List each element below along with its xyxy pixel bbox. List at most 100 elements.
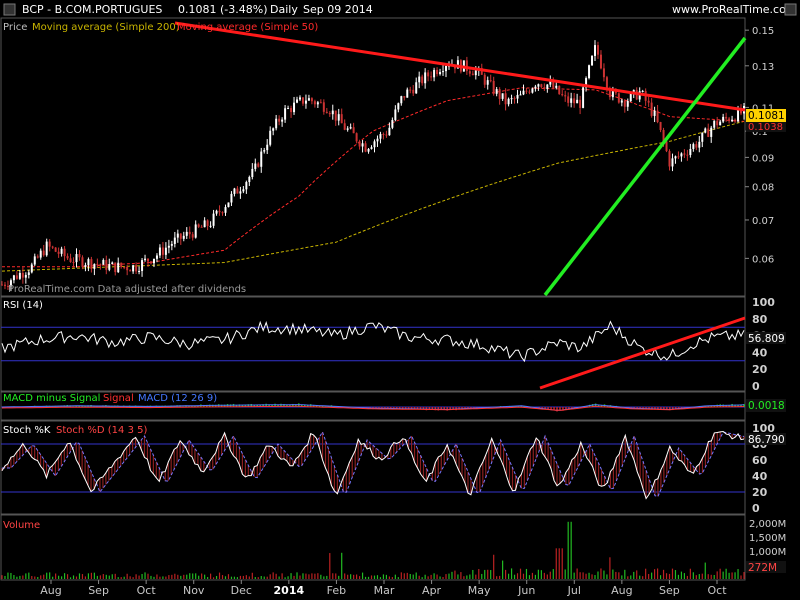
candle-body — [78, 254, 81, 258]
candle-body — [200, 226, 203, 228]
candle-body — [734, 119, 737, 122]
candle-body — [528, 91, 531, 93]
macd-main-label: MACD (12 26 9) — [138, 393, 217, 404]
candle-body — [394, 109, 397, 121]
candle-body — [349, 127, 352, 129]
candle-body — [701, 132, 704, 142]
candle-body — [307, 98, 310, 101]
volume-title: Volume — [3, 520, 40, 531]
period-text: Daily — [270, 3, 298, 16]
candle-body — [203, 220, 206, 228]
candle-body — [641, 90, 644, 92]
candle-body — [519, 94, 522, 96]
date-text: Sep 09 2014 — [303, 3, 373, 16]
candle-body — [69, 258, 72, 262]
candle-body — [707, 128, 710, 137]
candle-body — [197, 224, 200, 227]
time-tick-label: May — [468, 584, 491, 597]
candle-body — [430, 76, 433, 78]
candle-body — [623, 100, 626, 107]
candle-body — [218, 210, 221, 213]
candle-body — [75, 254, 78, 263]
candle-body — [209, 225, 212, 227]
volume-tick-label: 1,000M — [749, 547, 786, 558]
candle-body — [331, 110, 334, 115]
candle-body — [555, 85, 558, 88]
price-watermark: ProRealTime.com Data adjusted after divi… — [8, 284, 246, 295]
candle-body — [87, 259, 90, 266]
candle-body — [221, 212, 224, 214]
candle-body — [424, 72, 427, 84]
candle-body — [24, 274, 27, 278]
stock-chart[interactable]: BCP - B.COM.PORTUGUES 0.1081 (-3.48%) Da… — [0, 0, 800, 600]
candle-body — [400, 96, 403, 104]
candle-body — [656, 110, 659, 123]
candle-body — [728, 118, 731, 122]
legend-ma50: Moving average (Simple 50) — [177, 22, 318, 33]
candle-body — [343, 123, 346, 130]
candle-body — [230, 193, 233, 203]
price-legend: Price Moving average (Simple 200) Moving… — [3, 22, 318, 33]
candle-body — [138, 270, 141, 272]
last-price-label: 0.1081 — [748, 110, 785, 122]
candle-body — [227, 202, 230, 208]
candle-body — [370, 147, 373, 149]
candle-body — [680, 153, 683, 157]
time-tick-label: Jun — [517, 584, 535, 597]
candle-body — [105, 260, 108, 270]
candle-body — [248, 176, 251, 183]
candle-body — [412, 89, 415, 94]
ma-value-label: 0.1038 — [748, 122, 783, 133]
candle-body — [90, 259, 93, 269]
candle-body — [194, 224, 197, 238]
time-tick-label: Dec — [231, 584, 252, 597]
candle-body — [325, 111, 328, 113]
candle-body — [182, 235, 185, 239]
candle-body — [504, 93, 507, 105]
candle-body — [665, 141, 668, 152]
candle-body — [340, 114, 343, 124]
candle-body — [659, 122, 662, 130]
candle-body — [653, 110, 656, 116]
time-tick-label: Sep — [88, 584, 109, 597]
candle-body — [129, 270, 132, 272]
time-tick-label: 2014 — [274, 584, 305, 597]
candle-body — [605, 77, 608, 89]
candle-body — [355, 133, 358, 142]
candle-body — [260, 151, 263, 167]
candle-body — [54, 247, 57, 252]
candle-body — [427, 72, 430, 77]
candle-body — [415, 82, 418, 94]
macd-last-label: 0.0018 — [748, 400, 785, 412]
candle-body — [141, 260, 144, 271]
candle-body — [510, 98, 513, 100]
candle-body — [602, 68, 605, 78]
maximize-icon[interactable] — [784, 3, 797, 16]
candle-body — [489, 80, 492, 82]
candle-body — [263, 150, 266, 152]
collapse-icon[interactable] — [3, 3, 16, 16]
rsi-last-label: 56.809 — [748, 333, 785, 345]
price-tick-label: 0.06 — [752, 254, 774, 265]
candle-body — [337, 114, 340, 121]
macd-title: MACD minus Signal — [3, 393, 100, 404]
candle-body — [716, 120, 719, 126]
candle-body — [537, 84, 540, 87]
candle-body — [36, 256, 39, 258]
candle-body — [319, 102, 322, 104]
candle-body — [650, 102, 653, 116]
candle-body — [594, 45, 597, 56]
candle-body — [617, 93, 620, 103]
macd-signal-label: Signal — [103, 393, 134, 404]
candle-body — [591, 55, 594, 66]
candle-body — [546, 84, 549, 89]
candle-body — [391, 120, 394, 128]
candle-body — [60, 248, 63, 254]
rsi-tick-label: 20 — [752, 363, 768, 376]
time-tick-label: Nov — [183, 584, 205, 597]
candle-body — [704, 128, 707, 133]
candle-body — [120, 262, 123, 267]
candle-body — [352, 127, 355, 134]
candle-body — [242, 189, 245, 192]
stoch-tick-label: 40 — [752, 470, 768, 483]
